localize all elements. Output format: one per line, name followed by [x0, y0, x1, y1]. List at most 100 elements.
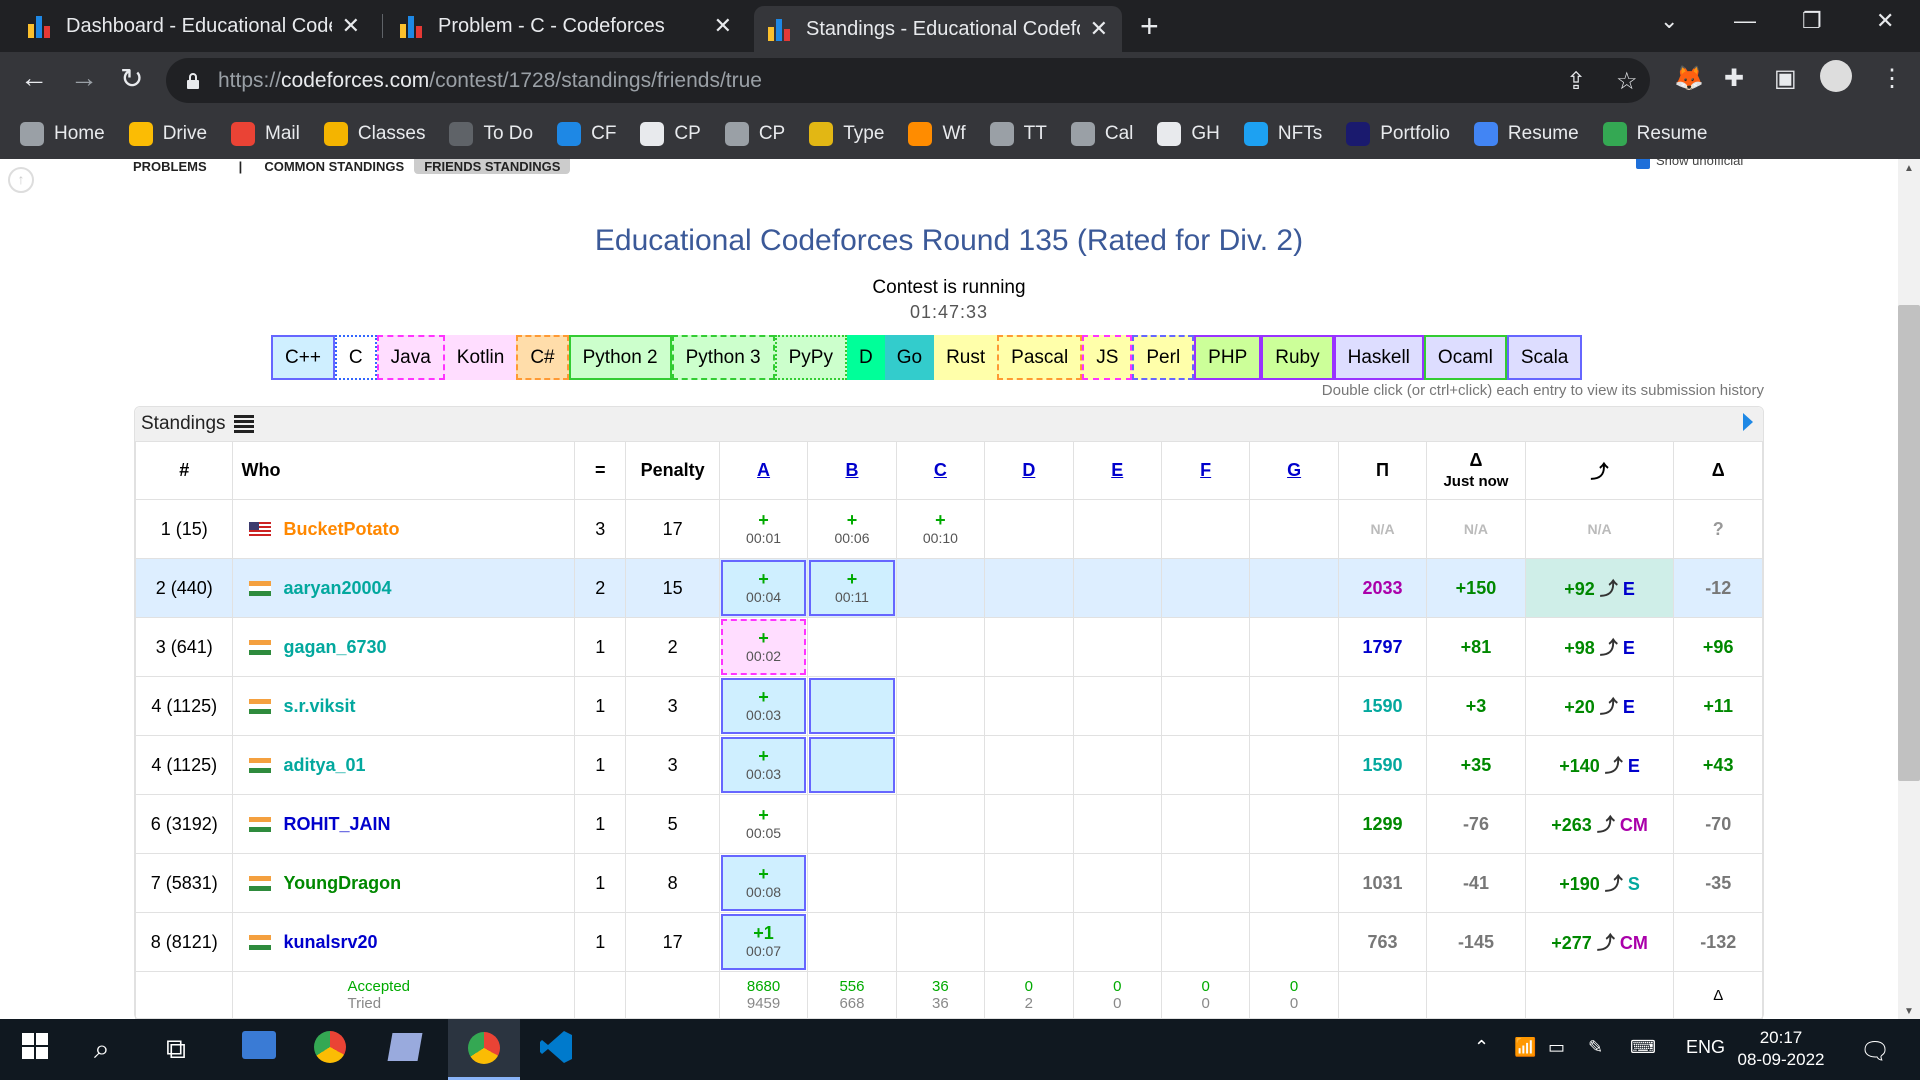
table-row[interactable]: 7 (5831) YoungDragon 1 8 +00:08 1031 -41 +190 ⤴… — [134, 853, 1763, 913]
col-problem-f[interactable]: F — [1160, 441, 1251, 500]
problem-e-link[interactable]: E — [1111, 460, 1123, 480]
user-handle-link[interactable]: YoungDragon — [283, 873, 401, 893]
submission-result[interactable]: +00:05 — [721, 796, 806, 852]
windows-start-icon[interactable] — [22, 1033, 48, 1066]
problem-g-link[interactable]: G — [1287, 460, 1301, 480]
who-cell[interactable]: YoungDragon — [232, 853, 576, 913]
user-handle-link[interactable]: BucketPotato — [283, 519, 399, 539]
metamask-icon[interactable]: 🦊 — [1674, 64, 1704, 93]
who-cell[interactable]: BucketPotato — [232, 499, 576, 559]
battery-icon[interactable]: ▭ — [1548, 1037, 1565, 1058]
submission-result[interactable]: +00:06 — [809, 501, 894, 557]
who-cell[interactable]: ROHIT_JAIN — [232, 794, 576, 854]
bookmark-8[interactable]: Type — [809, 122, 884, 146]
expand-arrow-icon[interactable] — [1743, 413, 1753, 431]
user-handle-link[interactable]: kunalsrv20 — [283, 932, 377, 952]
who-cell[interactable]: aditya_01 — [232, 735, 576, 795]
table-row[interactable]: 4 (1125) aditya_01 1 3 +00:03 1590 +35 +140 ⤴ E… — [134, 735, 1763, 795]
bookmark-13[interactable]: NFTs — [1243, 122, 1322, 146]
contest-title[interactable]: Educational Codeforces Round 135 (Rated … — [0, 224, 1898, 258]
submission-result[interactable]: +00:01 — [721, 501, 806, 557]
show-unofficial-toggle[interactable]: Show unofficial — [1636, 159, 1743, 169]
col-problem-g[interactable]: G — [1249, 441, 1339, 500]
language-indicator[interactable]: ENG — [1686, 1037, 1725, 1058]
problem-cell[interactable]: +00:03 — [718, 676, 809, 736]
problem-cell[interactable] — [807, 735, 897, 795]
submission-result[interactable] — [809, 678, 895, 734]
bookmark-4[interactable]: To Do — [449, 122, 533, 146]
tab-search-icon[interactable]: ⌄ — [1660, 8, 1678, 34]
table-row[interactable]: 4 (1125) s.r.viksit 1 3 +00:03 1590 +3 +20 ⤴ E +… — [134, 676, 1763, 736]
problem-cell[interactable]: +00:08 — [718, 853, 809, 913]
close-icon[interactable]: ✕ — [342, 13, 360, 39]
submission-result[interactable]: +00:03 — [720, 737, 807, 793]
bookmark-9[interactable]: Wf — [908, 122, 966, 146]
address-bar[interactable]: https://codeforces.com/contest/1728/stan… — [166, 58, 1650, 103]
bookmark-14[interactable]: Portfolio — [1346, 122, 1450, 146]
problem-cell[interactable]: +00:01 — [718, 499, 809, 559]
scroll-up-icon[interactable]: ↑ — [8, 167, 34, 193]
bookmark-12[interactable]: GH — [1157, 122, 1220, 146]
bookmark-15[interactable]: Resume — [1473, 122, 1579, 146]
bookmark-16[interactable]: Resume — [1602, 122, 1707, 146]
menu-problems[interactable]: PROBLEMS — [133, 159, 217, 174]
reload-button[interactable]: ↻ — [120, 62, 143, 95]
bookmark-6[interactable]: CP — [640, 122, 701, 146]
submission-result[interactable]: +00:08 — [720, 855, 807, 911]
table-row[interactable]: 2 (440) aaryan20004 2 15 +00:04 +00:11 2033 +15… — [134, 558, 1763, 618]
menu-friends-standings[interactable]: FRIENDS STANDINGS — [414, 159, 571, 174]
notepad-icon[interactable] — [387, 1033, 423, 1061]
menu-icon[interactable]: ⋮ — [1880, 64, 1904, 93]
back-button[interactable]: ← — [20, 62, 48, 94]
bookmark-11[interactable]: Cal — [1070, 122, 1133, 146]
task-view-icon[interactable]: ⧉ — [166, 1033, 186, 1066]
submission-result[interactable]: +00:03 — [720, 678, 807, 734]
vscode-icon[interactable] — [538, 1029, 574, 1072]
close-icon[interactable]: ✕ — [714, 13, 732, 39]
problem-cell[interactable]: +1 00:07 — [718, 912, 809, 972]
user-handle-link[interactable]: gagan_6730 — [283, 637, 386, 657]
user-handle-link[interactable]: ROHIT_JAIN — [283, 814, 390, 834]
notifications-icon[interactable]: 🗨 — [1860, 1037, 1890, 1066]
tab-standings[interactable]: Standings - Educational Codeforces Round… — [754, 6, 1122, 52]
problem-cell[interactable]: +00:05 — [718, 794, 809, 854]
show-hidden-icons[interactable]: ⌃ — [1474, 1037, 1489, 1058]
user-handle-link[interactable]: s.r.viksit — [283, 696, 355, 716]
table-row[interactable]: 8 (8121) kunalsrv20 1 17 +1 00:07 763 -145 +277 … — [134, 912, 1763, 972]
col-problem-d[interactable]: D — [984, 441, 1074, 500]
col-problem-c[interactable]: C — [895, 441, 986, 500]
close-icon[interactable]: ✕ — [1090, 16, 1108, 42]
col-problem-e[interactable]: E — [1072, 441, 1162, 500]
bookmark-0[interactable]: Home — [20, 122, 105, 146]
user-handle-link[interactable]: aaryan20004 — [283, 578, 391, 598]
clock[interactable]: 20:17 08-09-2022 — [1736, 1027, 1826, 1071]
keyboard-icon[interactable]: ⌨ — [1630, 1037, 1656, 1058]
problem-cell[interactable]: +00:03 — [718, 735, 809, 795]
who-cell[interactable]: kunalsrv20 — [232, 912, 576, 972]
search-icon[interactable]: ⌕ — [94, 1033, 110, 1066]
col-problem-a[interactable]: A — [718, 441, 809, 500]
problem-f-link[interactable]: F — [1200, 460, 1211, 480]
bookmark-2[interactable]: Mail — [231, 122, 300, 146]
user-handle-link[interactable]: aditya_01 — [283, 755, 365, 775]
submission-result[interactable]: +00:02 — [720, 619, 807, 675]
table-row[interactable]: 3 (641) gagan_6730 1 2 +00:02 1797 +81 +98 ⤴ E +… — [134, 617, 1763, 677]
problem-a-link[interactable]: A — [757, 460, 770, 480]
new-tab-button[interactable]: + — [1140, 8, 1159, 45]
problem-cell[interactable]: +00:11 — [807, 558, 897, 618]
table-row[interactable]: 6 (3192) ROHIT_JAIN 1 5 +00:05 1299 -76 +263 ⤴ … — [134, 794, 1763, 854]
extensions-icon[interactable]: ✚ — [1724, 64, 1744, 93]
problem-b-link[interactable]: B — [845, 460, 858, 480]
problem-cell[interactable]: +00:10 — [895, 499, 986, 559]
side-panel-icon[interactable]: ▣ — [1774, 64, 1797, 93]
table-row[interactable]: 1 (15) BucketPotato 3 17 +00:01 +00:06 +00:10 N… — [134, 499, 1763, 559]
chrome-icon[interactable] — [314, 1031, 346, 1063]
chrome-active-taskbar-item[interactable] — [448, 1019, 520, 1080]
tab-dashboard[interactable]: Dashboard - Educational Codeforces Round… — [14, 6, 374, 46]
forward-button[interactable]: → — [70, 62, 98, 94]
submission-result[interactable] — [809, 737, 895, 793]
menu-common-standings[interactable]: COMMON STANDINGS — [264, 159, 414, 174]
col-problem-b[interactable]: B — [807, 441, 897, 500]
this-pc-icon[interactable] — [242, 1031, 276, 1059]
problem-d-link[interactable]: D — [1022, 460, 1035, 480]
